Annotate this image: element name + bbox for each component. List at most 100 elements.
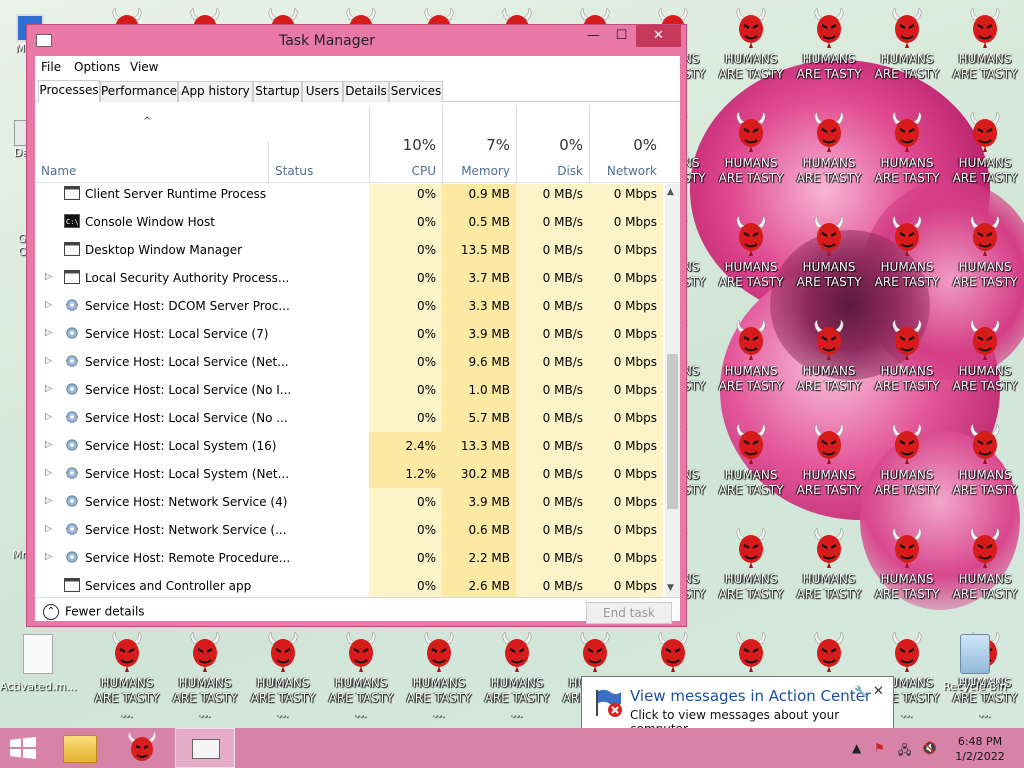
- desktop-shortcut-tile[interactable]: HUMANSARE TASTY: [946, 520, 1024, 624]
- menu-options[interactable]: Options: [74, 60, 120, 74]
- tab-performance[interactable]: Performance: [100, 81, 178, 102]
- desktop-shortcut-tile[interactable]: HUMANSARE TASTY: [790, 104, 868, 208]
- desktop-shortcut-tile[interactable]: HUMANSARE TASTY ...: [244, 624, 322, 728]
- expand-chevron-icon[interactable]: ▷: [45, 468, 52, 478]
- maximize-button[interactable]: ☐: [608, 25, 635, 47]
- fewer-details-button[interactable]: ⌃ Fewer details: [43, 604, 145, 620]
- process-row[interactable]: Client Server Runtime Process 0% 0.9 MB 0 M…: [35, 184, 665, 208]
- devil-app-icon[interactable]: [124, 732, 160, 764]
- desktop-icon-recycle-bin[interactable]: Recycle Bin: [937, 634, 1013, 693]
- process-row[interactable]: C:\ Console Window Host 0% 0.5 MB 0 MB/s 0 Mb…: [35, 208, 665, 236]
- process-list[interactable]: Client Server Runtime Process 0% 0.9 MB 0 M…: [35, 184, 665, 597]
- expand-chevron-icon[interactable]: ▷: [45, 552, 52, 562]
- end-task-button[interactable]: End task: [586, 602, 672, 624]
- menu-file[interactable]: File: [41, 60, 61, 74]
- desktop-shortcut-tile[interactable]: HUMANSARE TASTY: [790, 520, 868, 624]
- desktop-shortcut-tile[interactable]: HUMANSARE TASTY: [790, 416, 868, 520]
- expand-chevron-icon[interactable]: ▷: [45, 524, 52, 534]
- notification-title[interactable]: View messages in Action Center: [630, 687, 871, 705]
- desktop-shortcut-tile[interactable]: HUMANSARE TASTY: [946, 416, 1024, 520]
- desktop-shortcut-tile[interactable]: HUMANSARE TASTY: [712, 104, 790, 208]
- tab-app-history[interactable]: App history: [178, 81, 253, 102]
- column-status[interactable]: Status: [275, 164, 313, 178]
- expand-chevron-icon[interactable]: ▷: [45, 328, 52, 338]
- column-memory[interactable]: Memory: [442, 164, 510, 178]
- tab-details[interactable]: Details: [343, 81, 389, 102]
- title-bar[interactable]: Task Manager — ☐ ✕: [27, 25, 686, 56]
- show-hidden-icons-chevron-icon[interactable]: ▲: [852, 741, 861, 755]
- task-manager-taskbar-button[interactable]: [175, 728, 235, 768]
- menu-view[interactable]: View: [130, 60, 158, 74]
- tab-services[interactable]: Services: [389, 81, 443, 102]
- desktop-shortcut-tile[interactable]: HUMANSARE TASTY: [712, 416, 790, 520]
- column-divider[interactable]: [268, 142, 269, 183]
- column-cpu[interactable]: CPU: [369, 164, 436, 178]
- file-explorer-icon[interactable]: [63, 735, 97, 763]
- process-row[interactable]: ▷ Service Host: Local Service (No I... 0% 1…: [35, 376, 665, 404]
- expand-chevron-icon[interactable]: ▷: [45, 300, 52, 310]
- wrench-icon[interactable]: 🔧: [854, 685, 868, 698]
- desktop-shortcut-tile[interactable]: HUMANSARE TASTY: [868, 520, 946, 624]
- expand-chevron-icon[interactable]: ▷: [45, 412, 52, 422]
- process-row[interactable]: ▷ Service Host: Local Service (Net... 0% 9.…: [35, 348, 665, 376]
- desktop-shortcut-tile[interactable]: HUMANSARE TASTY: [946, 208, 1024, 312]
- desktop-shortcut-tile[interactable]: HUMANSARE TASTY: [868, 312, 946, 416]
- process-row[interactable]: ▷ Service Host: Network Service (... 0% 0.6…: [35, 516, 665, 544]
- process-row[interactable]: Desktop Window Manager 0% 13.5 MB 0 MB/s 0 M…: [35, 236, 665, 264]
- desktop-shortcut-tile[interactable]: HUMANSARE TASTY: [712, 312, 790, 416]
- desktop-shortcut-tile[interactable]: HUMANSARE TASTY: [868, 0, 946, 104]
- desktop-icon-activated-file[interactable]: Activated.m...: [0, 634, 77, 693]
- minimize-button[interactable]: —: [580, 25, 607, 47]
- expand-chevron-icon[interactable]: ▷: [45, 384, 52, 394]
- desktop-shortcut-tile[interactable]: HUMANSARE TASTY: [868, 208, 946, 312]
- process-row[interactable]: ▷ Service Host: Remote Procedure... 0% 2.2 …: [35, 544, 665, 572]
- desktop-shortcut-tile[interactable]: HUMANSARE TASTY: [868, 104, 946, 208]
- desktop-shortcut-tile[interactable]: HUMANSARE TASTY: [712, 520, 790, 624]
- close-button[interactable]: ✕: [636, 25, 681, 47]
- desktop-shortcut-tile[interactable]: HUMANSARE TASTY: [946, 104, 1024, 208]
- process-row[interactable]: ▷ Local Security Authority Process... 0% 3.…: [35, 264, 665, 292]
- desktop-shortcut-tile[interactable]: HUMANSARE TASTY: [790, 208, 868, 312]
- volume-muted-icon[interactable]: 🔇: [922, 741, 937, 755]
- column-network[interactable]: Network: [589, 164, 657, 178]
- desktop-shortcut-tile[interactable]: HUMANSARE TASTY: [790, 0, 868, 104]
- vertical-scrollbar[interactable]: ▲ ▼: [665, 184, 680, 597]
- desktop-shortcut-tile[interactable]: HUMANSARE TASTY ...: [88, 624, 166, 728]
- process-row[interactable]: ▷ Service Host: Local System (16) 2.4% 13.3…: [35, 432, 665, 460]
- column-name[interactable]: Name: [41, 164, 76, 178]
- network-icon[interactable]: 🖧: [898, 741, 911, 762]
- desktop-shortcut-tile[interactable]: HUMANSARE TASTY ...: [400, 624, 478, 728]
- task-manager-window[interactable]: Task Manager — ☐ ✕ File Options View Pro…: [26, 24, 687, 627]
- windows-start-icon[interactable]: [10, 737, 36, 759]
- desktop-shortcut-tile[interactable]: HUMANSARE TASTY: [712, 0, 790, 104]
- scroll-up-icon[interactable]: ▲: [667, 187, 674, 197]
- process-row[interactable]: ▷ Service Host: Network Service (4) 0% 3.9 …: [35, 488, 665, 516]
- scrollbar-thumb[interactable]: [667, 354, 678, 509]
- close-icon[interactable]: ✕: [873, 684, 884, 699]
- process-row[interactable]: ▷ Service Host: Local Service (No ... 0% 5.…: [35, 404, 665, 432]
- desktop-shortcut-tile[interactable]: HUMANSARE TASTY ...: [322, 624, 400, 728]
- column-disk[interactable]: Disk: [516, 164, 583, 178]
- tab-processes[interactable]: Processes: [38, 80, 100, 102]
- desktop-shortcut-tile[interactable]: HUMANSARE TASTY: [868, 416, 946, 520]
- desktop-shortcut-tile[interactable]: HUMANSARE TASTY: [712, 208, 790, 312]
- action-center-notification[interactable]: View messages in Action Center Click to …: [581, 676, 894, 736]
- expand-chevron-icon[interactable]: ▷: [45, 496, 52, 506]
- desktop-shortcut-tile[interactable]: HUMANSARE TASTY: [790, 312, 868, 416]
- process-row[interactable]: ▷ Service Host: DCOM Server Proc... 0% 3.3 …: [35, 292, 665, 320]
- tab-startup[interactable]: Startup: [253, 81, 302, 102]
- tab-users[interactable]: Users: [302, 81, 343, 102]
- process-row[interactable]: Services and Controller app 0% 2.6 MB 0 MB/…: [35, 572, 665, 597]
- expand-chevron-icon[interactable]: ▷: [45, 440, 52, 450]
- expand-chevron-icon[interactable]: ▷: [45, 272, 52, 282]
- desktop-shortcut-tile[interactable]: HUMANSARE TASTY ...: [166, 624, 244, 728]
- desktop-shortcut-tile[interactable]: HUMANSARE TASTY: [946, 0, 1024, 104]
- expand-chevron-icon[interactable]: ▷: [45, 356, 52, 366]
- desktop-shortcut-tile[interactable]: HUMANSARE TASTY ...: [478, 624, 556, 728]
- desktop-shortcut-tile[interactable]: HUMANSARE TASTY: [946, 312, 1024, 416]
- clock[interactable]: 6:48 PM 1/2/2022: [944, 734, 1016, 764]
- action-center-flag-icon[interactable]: ⚑: [874, 741, 885, 755]
- scroll-down-icon[interactable]: ▼: [667, 583, 674, 593]
- process-row[interactable]: ▷ Service Host: Local System (Net... 1.2% 3…: [35, 460, 665, 488]
- process-row[interactable]: ▷ Service Host: Local Service (7) 0% 3.9 MB…: [35, 320, 665, 348]
